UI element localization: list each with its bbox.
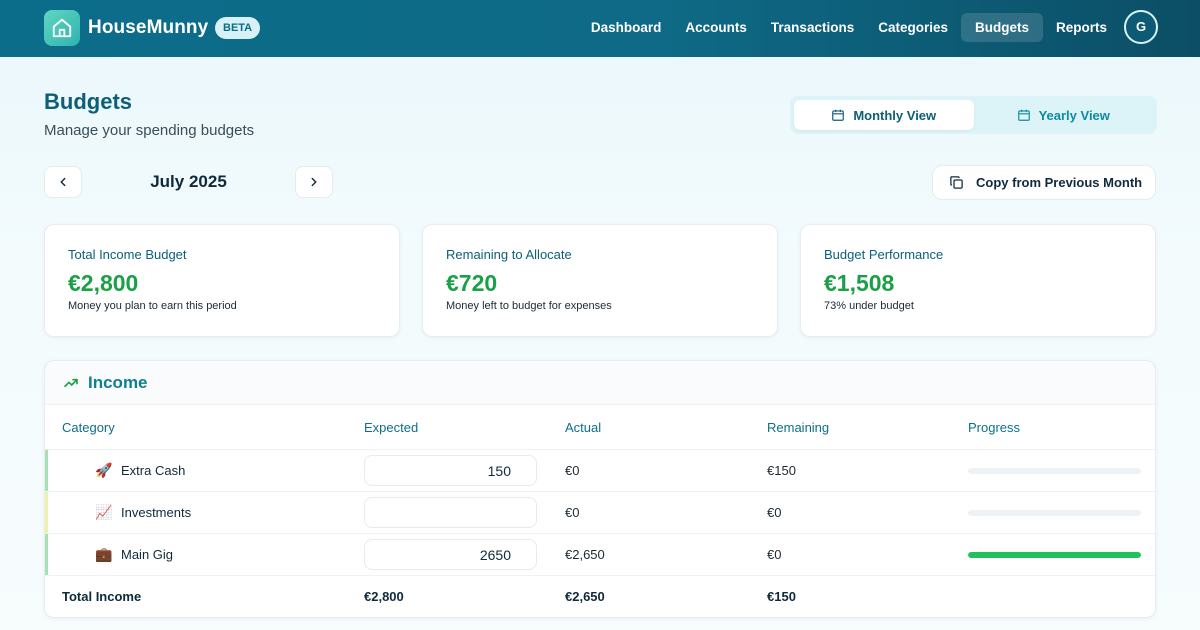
total-income-card: Total Income Budget €2,800 Money you pla…	[44, 224, 400, 337]
total-actual: €2,650	[565, 589, 605, 604]
top-navbar: HouseMunny BETA Dashboard Accounts Trans…	[0, 0, 1200, 57]
house-logo-icon[interactable]	[44, 10, 80, 46]
card-subtitle: 73% under budget	[824, 300, 914, 312]
chevron-left-icon	[60, 177, 66, 187]
remaining-to-allocate-card: Remaining to Allocate €720 Money left to…	[422, 224, 778, 337]
copy-previous-month-button[interactable]: Copy from Previous Month	[932, 165, 1156, 200]
remaining-amount: €0	[767, 505, 782, 520]
nav-link-accounts[interactable]: Accounts	[674, 13, 758, 42]
row-color-bar	[45, 492, 48, 533]
trending-up-icon	[64, 378, 78, 388]
nav-link-categories[interactable]: Categories	[867, 13, 959, 42]
nav-link-budgets[interactable]: Budgets	[960, 13, 1043, 42]
table-row: 💼 Main Gig €2,650 €0	[45, 534, 1155, 576]
card-title: Total Income Budget	[68, 247, 187, 262]
chart-increasing-icon: 📈	[95, 504, 113, 520]
progress-fill	[968, 552, 1141, 558]
monthly-view-label: Monthly View	[853, 107, 937, 123]
remaining-amount: €150	[767, 463, 796, 478]
income-section-header: Income	[45, 361, 1155, 405]
category-name: Investments	[121, 505, 192, 520]
copy-icon	[950, 176, 963, 189]
table-row: 📈 Investments €0 €0	[45, 492, 1155, 534]
expected-amount-input[interactable]	[364, 539, 537, 570]
brand-name[interactable]: HouseMunny	[88, 17, 208, 39]
calendar-icon	[1017, 109, 1030, 121]
column-header-category: Category	[62, 420, 115, 435]
card-value: €720	[446, 270, 498, 296]
card-subtitle: Money left to budget for expenses	[446, 300, 612, 312]
progress-bar	[968, 552, 1141, 558]
nav-link-dashboard[interactable]: Dashboard	[580, 13, 673, 42]
actual-amount: €2,650	[565, 547, 605, 562]
card-subtitle: Money you plan to earn this period	[68, 300, 237, 312]
card-title: Budget Performance	[824, 247, 944, 262]
remaining-amount: €0	[767, 547, 782, 562]
column-header-progress: Progress	[968, 420, 1021, 435]
expected-amount-input[interactable]	[364, 497, 537, 528]
briefcase-icon: 💼	[95, 546, 113, 562]
column-header-actual: Actual	[565, 420, 602, 435]
nav-link-transactions[interactable]: Transactions	[760, 13, 865, 42]
actual-amount: €0	[565, 505, 580, 520]
table-row: 🚀 Extra Cash €0 €150	[45, 450, 1155, 492]
previous-month-button[interactable]	[44, 166, 82, 198]
total-income-row: Total Income €2,800 €2,650 €150	[45, 576, 1155, 617]
income-section-title: Income	[88, 373, 148, 392]
table-header: Category Expected Actual Remaining Progr…	[45, 405, 1155, 450]
yearly-view-button[interactable]: Yearly View	[974, 100, 1154, 130]
income-section: Income Category Expected Actual Remainin…	[44, 360, 1156, 618]
next-month-button[interactable]	[295, 166, 333, 198]
beta-badge: BETA	[215, 17, 261, 39]
card-title: Remaining to Allocate	[446, 247, 572, 262]
user-avatar[interactable]: G	[1124, 10, 1158, 44]
progress-bar	[968, 468, 1141, 474]
row-color-bar	[45, 534, 48, 575]
column-header-expected: Expected	[364, 420, 419, 435]
rocket-icon: 🚀	[95, 462, 113, 478]
expected-amount-input[interactable]	[364, 455, 537, 486]
nav-links: Dashboard Accounts Transactions Categori…	[580, 13, 1118, 42]
page-title: Budgets	[44, 89, 132, 114]
page-subtitle: Manage your spending budgets	[44, 122, 255, 139]
category-name: Main Gig	[121, 547, 174, 562]
total-expected: €2,800	[364, 589, 404, 604]
calendar-icon	[832, 109, 845, 121]
card-value: €1,508	[824, 270, 895, 296]
row-color-bar	[45, 450, 48, 491]
total-remaining: €150	[767, 589, 796, 604]
budget-performance-card: Budget Performance €1,508 73% under budg…	[800, 224, 1156, 337]
nav-link-reports[interactable]: Reports	[1045, 13, 1118, 42]
chevron-right-icon	[311, 177, 317, 187]
monthly-view-button[interactable]: Monthly View	[794, 100, 974, 130]
total-label: Total Income	[62, 589, 142, 604]
yearly-view-label: Yearly View	[1038, 107, 1110, 123]
current-month-label: July 2025	[150, 172, 227, 191]
view-toggle: Monthly View Yearly View	[790, 96, 1157, 134]
column-header-remaining: Remaining	[767, 420, 830, 435]
actual-amount: €0	[565, 463, 580, 478]
category-name: Extra Cash	[121, 463, 186, 478]
progress-bar	[968, 510, 1141, 516]
card-value: €2,800	[68, 270, 139, 296]
copy-previous-month-label: Copy from Previous Month	[976, 175, 1143, 190]
